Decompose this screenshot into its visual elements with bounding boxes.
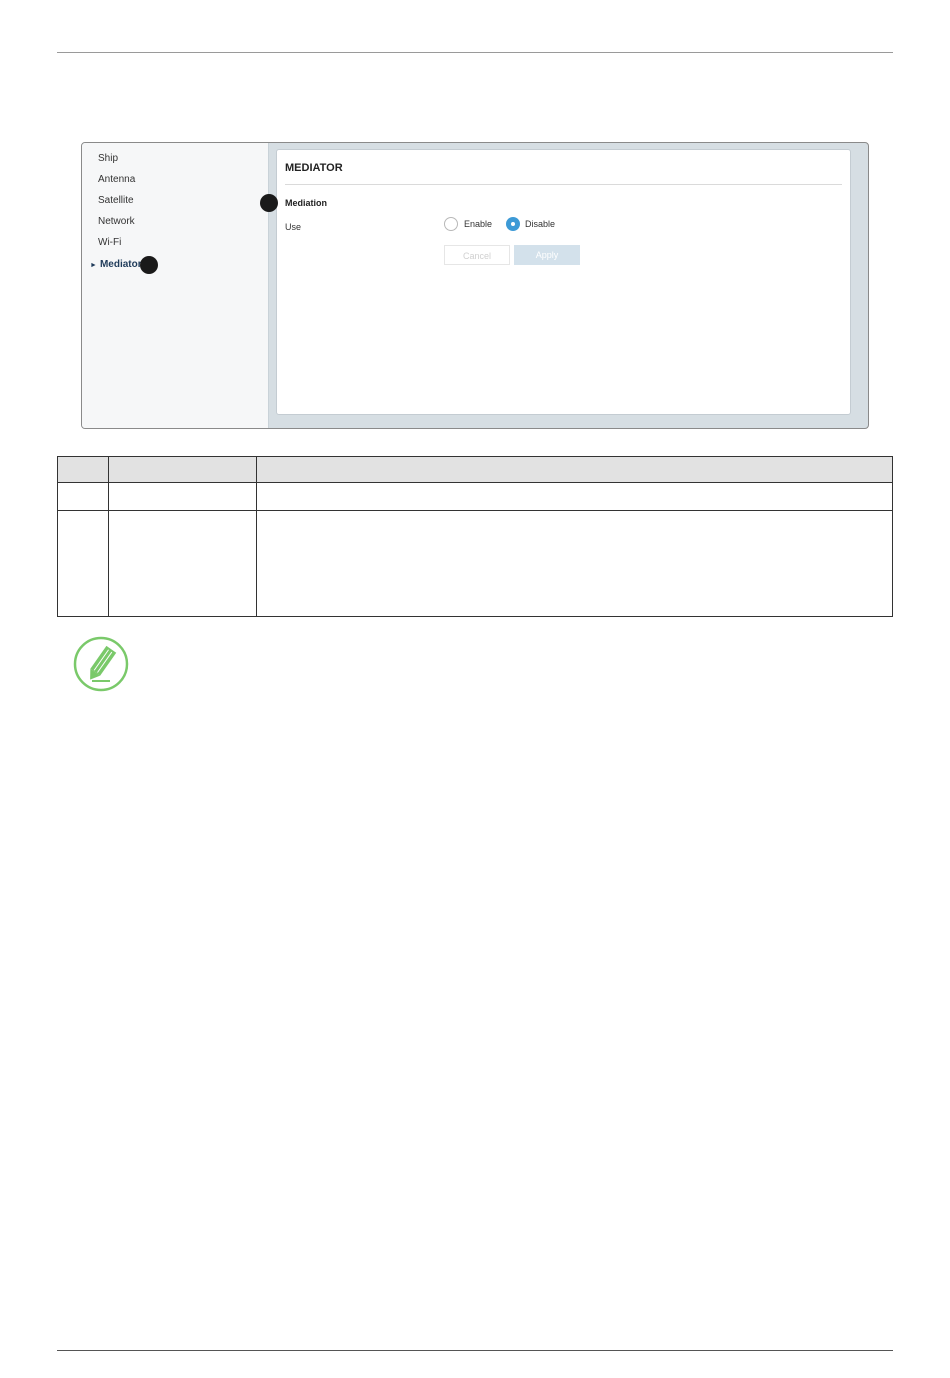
table-header-cell xyxy=(256,456,893,483)
sidebar-item-mediator[interactable]: ► Mediator xyxy=(90,259,142,270)
table-cell xyxy=(108,510,257,617)
callout-marker-2 xyxy=(140,256,158,274)
disable-label: Disable xyxy=(525,219,556,229)
table-row xyxy=(57,482,893,511)
table-cell xyxy=(57,510,109,617)
sidebar-item-satellite[interactable]: Satellite xyxy=(98,195,134,206)
cancel-button[interactable]: Cancel xyxy=(444,245,510,265)
table-cell xyxy=(256,510,893,617)
section-heading: Mediation xyxy=(285,198,327,208)
footer-rule xyxy=(57,1350,893,1351)
description-table xyxy=(57,456,893,617)
panel-divider xyxy=(285,184,842,185)
sidebar-item-label: Mediator xyxy=(99,259,142,270)
sidebar-item-wifi[interactable]: Wi-Fi xyxy=(98,237,121,248)
table-cell xyxy=(256,482,893,511)
enable-radio[interactable] xyxy=(444,217,458,231)
table-header-cell xyxy=(57,456,109,483)
use-label: Use xyxy=(285,222,302,232)
table-cell xyxy=(57,482,109,511)
table-header-cell xyxy=(108,456,257,483)
table-cell xyxy=(108,482,257,511)
panel-title: MEDIATOR xyxy=(285,162,343,174)
sidebar-item-antenna[interactable]: Antenna xyxy=(98,174,135,185)
disable-radio[interactable] xyxy=(506,217,520,231)
sidebar: Ship Antenna Satellite Network Wi-Fi ► Me… xyxy=(82,143,269,428)
mediator-panel: MEDIATOR Mediation Use Enable Disable Ca… xyxy=(276,149,851,415)
header-rule xyxy=(57,52,893,53)
pencil-note-icon xyxy=(73,636,129,692)
sidebar-item-network[interactable]: Network xyxy=(98,216,135,227)
sidebar-item-ship[interactable]: Ship xyxy=(98,153,118,164)
settings-screenshot: Ship Antenna Satellite Network Wi-Fi ► Me… xyxy=(81,142,869,429)
callout-marker-1 xyxy=(260,194,278,212)
active-arrow-icon: ► xyxy=(90,262,97,269)
apply-button[interactable]: Apply xyxy=(514,245,580,265)
table-header-row xyxy=(57,456,893,483)
table-row xyxy=(57,510,893,617)
enable-label: Enable xyxy=(464,219,493,229)
